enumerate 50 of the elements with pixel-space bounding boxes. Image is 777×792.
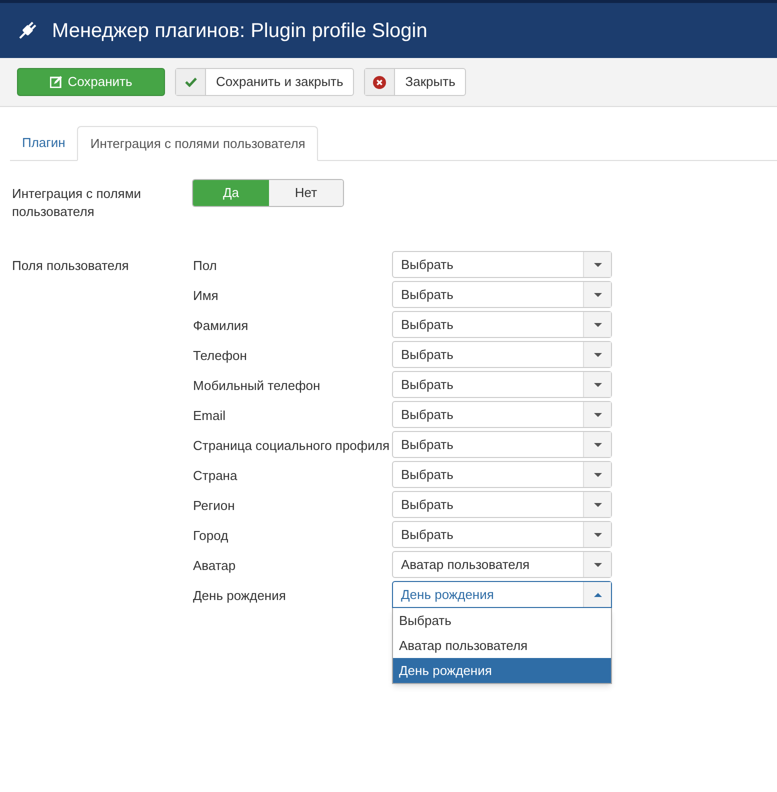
edit-icon bbox=[50, 76, 62, 88]
toggle-option[interactable]: Нет bbox=[269, 180, 343, 206]
select-field[interactable]: Выбрать bbox=[392, 431, 612, 458]
field-label: Регион bbox=[193, 497, 236, 515]
field-label: Мобильный телефон bbox=[193, 377, 322, 395]
tab[interactable]: Плагин bbox=[10, 126, 78, 160]
field-label: Город bbox=[193, 527, 230, 545]
caret-icon bbox=[594, 382, 602, 386]
caret-icon bbox=[594, 262, 602, 266]
select-field[interactable]: Выбрать bbox=[392, 461, 612, 488]
field-label: Интеграция с полями пользователя bbox=[12, 185, 142, 221]
field-label: Поля пользователя bbox=[12, 257, 130, 275]
field-label: Email bbox=[193, 407, 227, 425]
field-label: Имя bbox=[193, 287, 220, 305]
caret-icon bbox=[594, 352, 602, 356]
select-field[interactable]: Выбрать bbox=[392, 281, 612, 308]
dropdown-option[interactable]: День рождения bbox=[393, 658, 611, 683]
select-field[interactable]: Выбрать bbox=[392, 521, 612, 548]
select-field[interactable]: Выбрать bbox=[392, 371, 612, 398]
field-label: Телефон bbox=[193, 347, 248, 365]
caret-icon bbox=[594, 322, 602, 326]
caret-icon bbox=[594, 562, 602, 566]
page-title: Менеджер плагинов: Plugin profile Slogin bbox=[52, 18, 428, 44]
field-label: Аватар bbox=[193, 557, 237, 575]
caret-icon bbox=[594, 292, 602, 296]
dropdown-option[interactable]: Выбрать bbox=[393, 608, 611, 633]
field-label: Страница социального профиля bbox=[193, 437, 390, 455]
select-field[interactable]: День рождения bbox=[392, 581, 612, 608]
caret-icon bbox=[594, 502, 602, 506]
caret-icon bbox=[594, 592, 602, 596]
field-label: Пол bbox=[193, 257, 218, 275]
select-field[interactable]: Выбрать bbox=[392, 311, 612, 338]
caret-icon bbox=[594, 472, 602, 476]
caret-icon bbox=[594, 532, 602, 536]
field-label: Страна bbox=[193, 467, 238, 485]
checkmark-icon bbox=[184, 77, 196, 87]
dropdown-option[interactable]: Аватар пользователя bbox=[393, 633, 611, 658]
select-field[interactable]: Выбрать bbox=[392, 491, 612, 518]
save-and-close-button[interactable]: Сохранить и закрыть bbox=[175, 68, 354, 96]
select-field[interactable]: Выбрать bbox=[392, 401, 612, 428]
select-field[interactable]: Аватар пользователя bbox=[392, 551, 612, 578]
field-label: День рождения bbox=[193, 587, 287, 605]
caret-icon bbox=[594, 442, 602, 446]
tab[interactable]: Интеграция с полями пользователя bbox=[77, 126, 318, 161]
close-button[interactable]: Закрыть bbox=[364, 68, 466, 96]
caret-icon bbox=[594, 412, 602, 416]
field-label: Фамилия bbox=[193, 317, 250, 335]
close-icon bbox=[373, 76, 386, 88]
select-field[interactable]: Выбрать bbox=[392, 251, 612, 278]
select-field[interactable]: Выбрать bbox=[392, 341, 612, 368]
